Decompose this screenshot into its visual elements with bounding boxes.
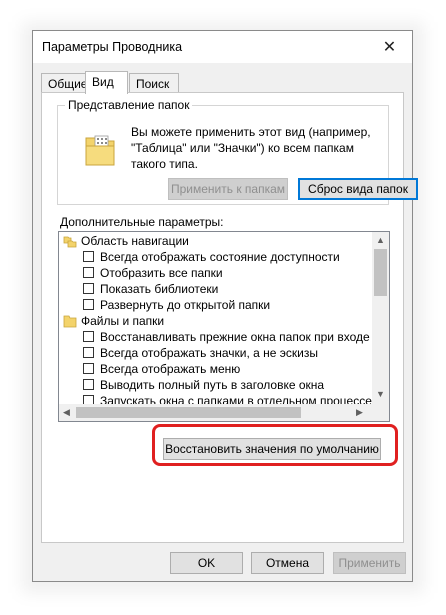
tab-view[interactable]: Вид	[85, 71, 128, 94]
checkbox[interactable]	[83, 251, 94, 262]
checkbox[interactable]	[83, 347, 94, 358]
checkbox[interactable]	[83, 363, 94, 374]
vertical-scroll-thumb[interactable]	[374, 249, 387, 296]
category-label: Файлы и папки	[81, 314, 165, 328]
category-label: Область навигации	[81, 234, 189, 248]
scroll-up-icon[interactable]: ▲	[376, 235, 385, 245]
folder-view-description: Вы можете применить этот вид (например, …	[131, 125, 371, 171]
horizontal-scroll-thumb[interactable]	[76, 407, 301, 418]
tab-search[interactable]: Поиск	[129, 73, 179, 92]
option-label: Запускать окна с папками в отдельном про…	[100, 394, 372, 404]
view-tab-panel: Представление папок Вы можете применить …	[41, 92, 418, 543]
folder-view-icon	[85, 135, 115, 166]
apply-to-folders-button[interactable]: Применить к папкам	[168, 178, 288, 200]
restore-defaults-highlight	[152, 424, 398, 466]
option-label: Показать библиотеки	[100, 282, 219, 296]
checkbox[interactable]	[83, 395, 94, 404]
advanced-settings-list: Область навигации Всегда отображать сост…	[59, 232, 372, 404]
tab-general[interactable]: Общие	[41, 73, 87, 92]
apply-button[interactable]: Применить	[333, 552, 406, 574]
folder-view-group: Представление папок Вы можете применить …	[57, 98, 418, 205]
advanced-settings-label: Дополнительные параметры:	[60, 215, 224, 229]
cancel-button[interactable]: Отмена	[251, 552, 324, 574]
advanced-settings-tree[interactable]: Область навигации Всегда отображать сост…	[58, 231, 390, 422]
folder-options-dialog: Параметры Проводника ✕ Общие Вид Поиск П…	[32, 30, 418, 582]
option-label: Отобразить все папки	[100, 266, 223, 280]
option-label: Всегда отображать меню	[100, 362, 241, 376]
close-icon[interactable]: ✕	[367, 31, 412, 63]
window-title: Параметры Проводника	[42, 40, 183, 54]
option-label: Восстанавливать прежние окна папок при в…	[100, 330, 372, 344]
checkbox[interactable]	[83, 379, 94, 390]
checkbox[interactable]	[83, 283, 94, 294]
folder-view-group-label: Представление папок	[65, 98, 193, 112]
scroll-right-icon[interactable]: ▶	[356, 407, 363, 418]
scroll-corner	[372, 404, 389, 421]
checkbox[interactable]	[83, 331, 94, 342]
folder-icon	[63, 315, 77, 328]
option-label: Всегда отображать состояние доступности	[100, 250, 340, 264]
ok-button[interactable]: OK	[170, 552, 243, 574]
checkbox[interactable]	[83, 299, 94, 310]
title-bar: Параметры Проводника ✕	[33, 31, 412, 63]
reset-folders-button[interactable]: Сброс вида папок	[298, 178, 418, 200]
option-label: Выводить полный путь в заголовке окна	[100, 378, 325, 392]
option-label: Развернуть до открытой папки	[100, 298, 271, 312]
checkbox[interactable]	[83, 267, 94, 278]
tab-search-label: Поиск	[136, 77, 170, 91]
scroll-down-icon[interactable]: ▼	[376, 389, 385, 399]
horizontal-scrollbar[interactable]: ◀ ▶	[59, 404, 372, 421]
nav-pane-icon	[63, 236, 77, 248]
vertical-scrollbar[interactable]: ▲ ▼	[372, 232, 389, 404]
tab-general-label: Общие	[48, 77, 88, 91]
tab-view-label: Вид	[92, 75, 114, 89]
option-label: Всегда отображать значки, а не эскизы	[100, 346, 318, 360]
scroll-left-icon[interactable]: ◀	[63, 407, 70, 418]
